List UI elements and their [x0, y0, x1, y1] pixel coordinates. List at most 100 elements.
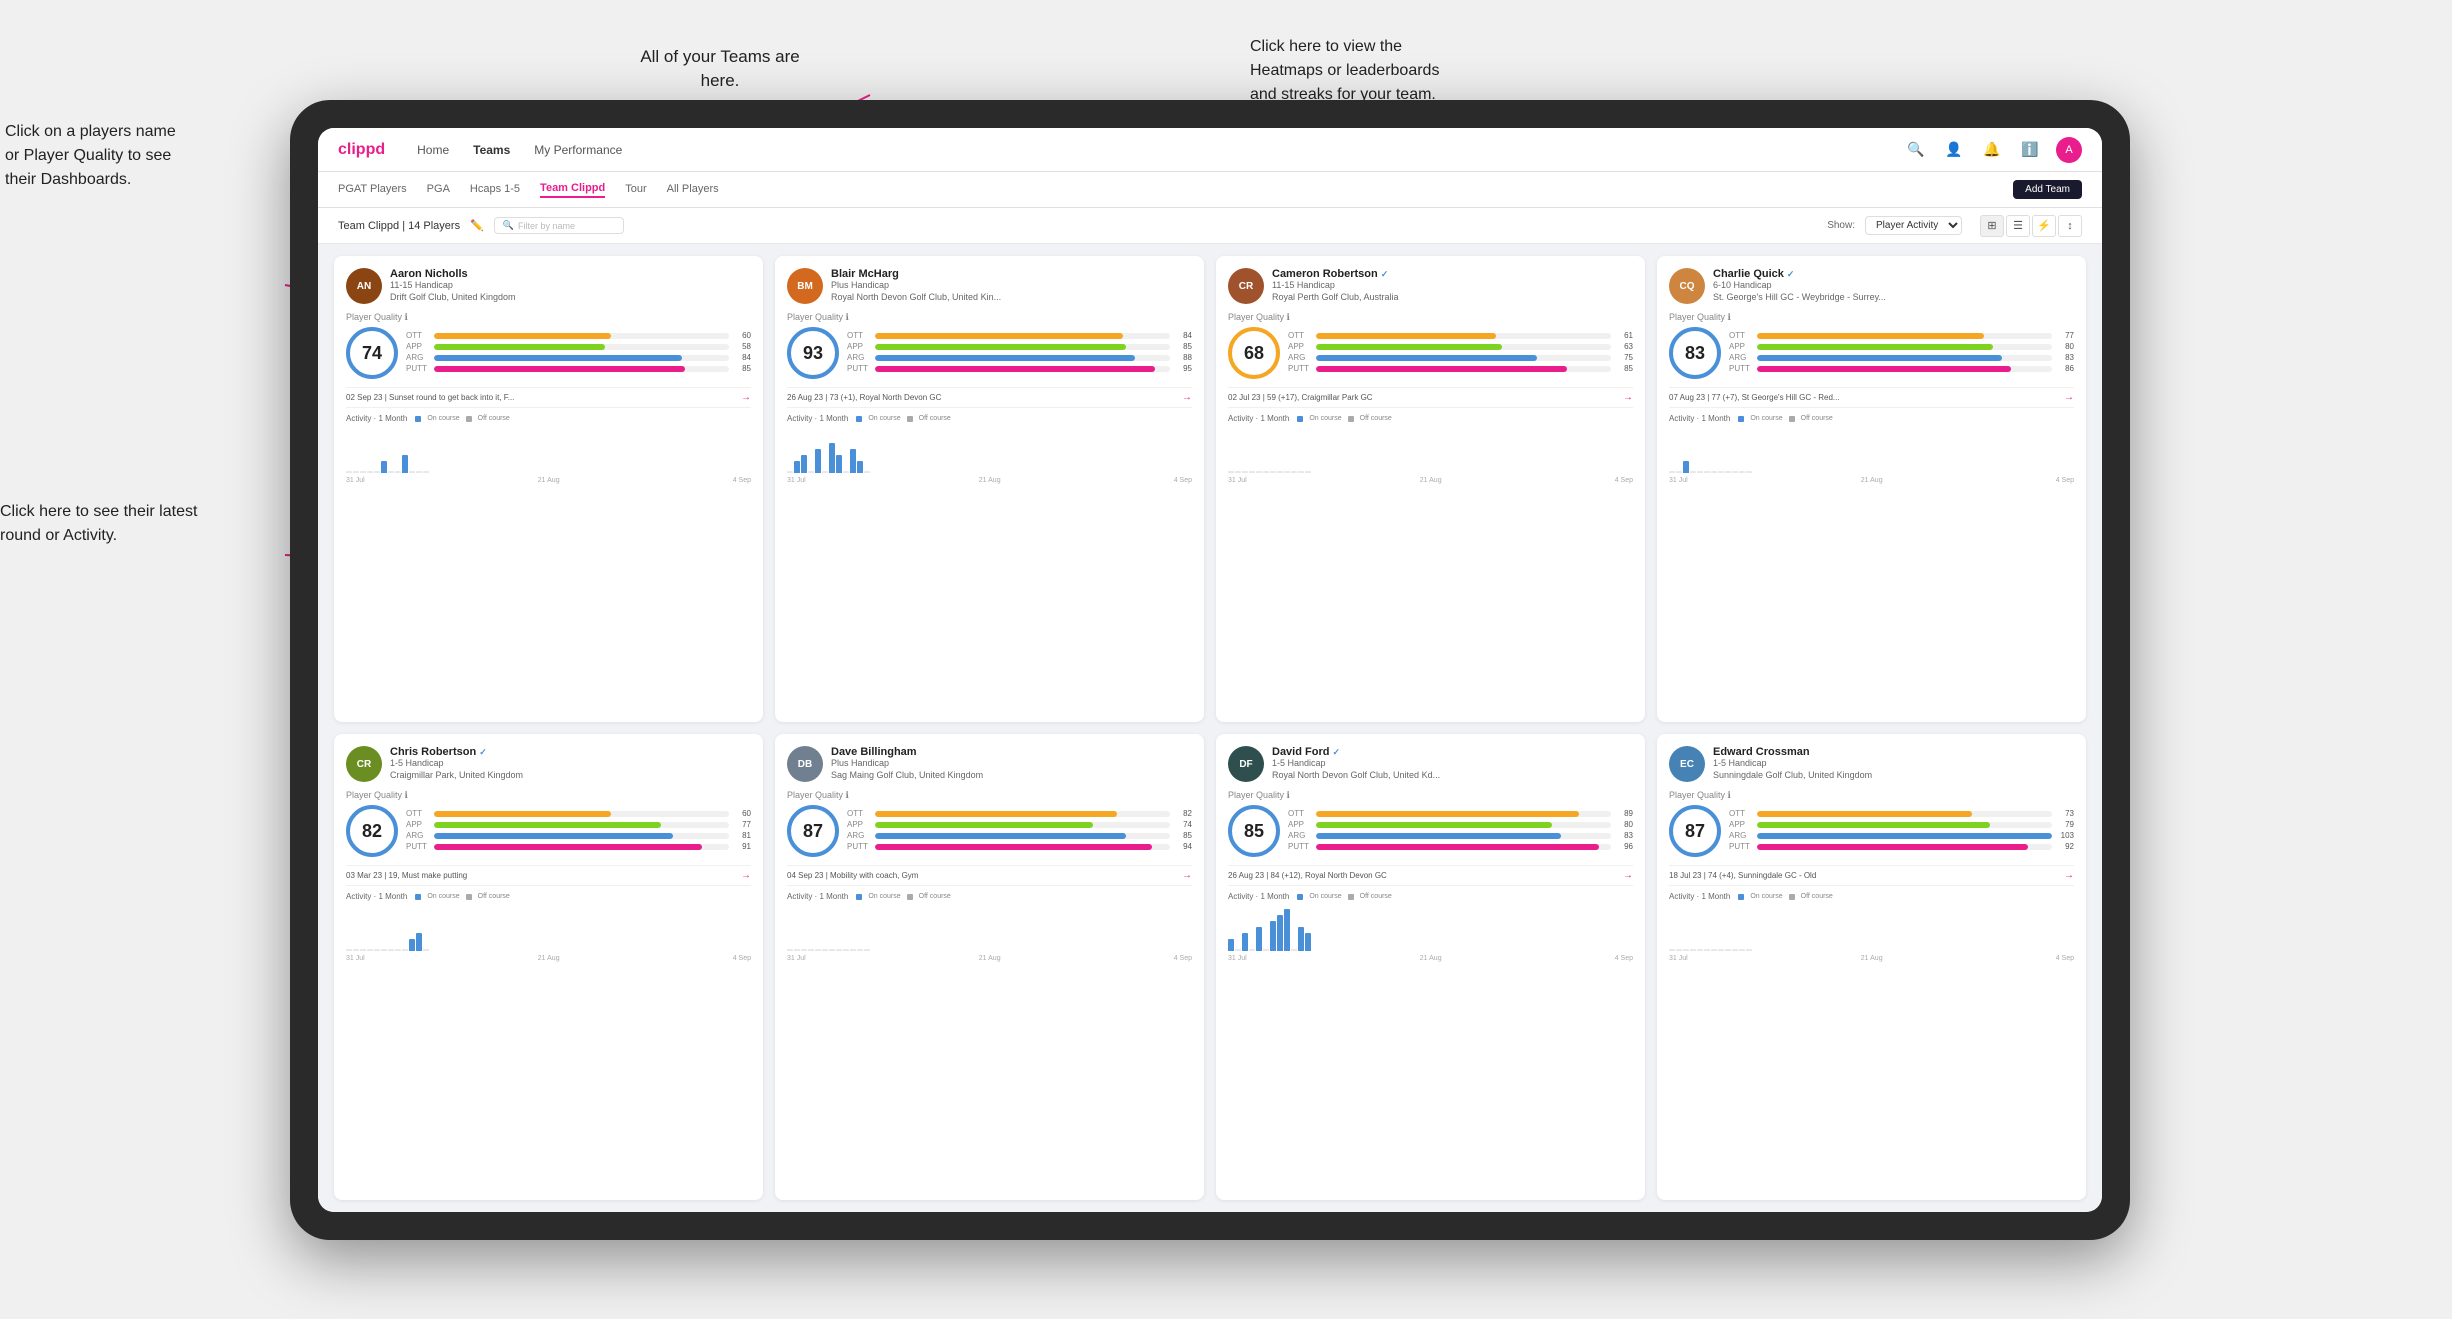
bell-icon[interactable]: 🔔: [1980, 138, 2004, 162]
quality-circle[interactable]: 74: [346, 327, 398, 379]
stat-row: OTT 60: [406, 809, 751, 818]
subnav-all-players[interactable]: All Players: [667, 183, 719, 197]
last-round[interactable]: 07 Aug 23 | 77 (+7), St George's Hill GC…: [1669, 387, 2074, 408]
verified-icon: ✓: [1332, 747, 1340, 758]
activity-section: Activity · 1 Month On course Off course …: [346, 892, 751, 962]
quality-circle[interactable]: 87: [787, 805, 839, 857]
stats-grid: OTT 84 APP 85 ARG 88 PUTT 9: [847, 331, 1192, 375]
player-avatar: CR: [1228, 268, 1264, 304]
activity-section: Activity · 1 Month On course Off course …: [787, 414, 1192, 484]
quality-circle[interactable]: 68: [1228, 327, 1280, 379]
player-header: AN Aaron Nicholls 11-15 HandicapDrift Go…: [346, 268, 751, 304]
player-header: CQ Charlie Quick ✓ 6-10 HandicapSt. Geor…: [1669, 268, 2074, 304]
quality-section: 85 OTT 89 APP 80 ARG 83 PUTT: [1228, 805, 1633, 857]
subnav-pgat[interactable]: PGAT Players: [338, 183, 407, 197]
off-course-label: Off course: [478, 415, 510, 422]
stats-grid: OTT 82 APP 74 ARG 85 PUTT 9: [847, 809, 1192, 853]
last-round[interactable]: 02 Jul 23 | 59 (+17), Craigmillar Park G…: [1228, 387, 1633, 408]
view-grid-btn[interactable]: ⊞: [1980, 215, 2004, 237]
annotation-heatmaps: Click here to view theHeatmaps or leader…: [1250, 35, 1439, 107]
chart-labels: 31 Jul 21 Aug 4 Sep: [1669, 477, 2074, 484]
subnav-hcaps[interactable]: Hcaps 1-5: [470, 183, 520, 197]
player-name[interactable]: Charlie Quick ✓: [1713, 268, 2074, 280]
stat-row: OTT 77: [1729, 331, 2074, 340]
view-sort-btn[interactable]: ↕: [2058, 215, 2082, 237]
player-name[interactable]: Blair McHarg: [831, 268, 1192, 280]
stat-row: APP 85: [847, 342, 1192, 351]
player-name[interactable]: Chris Robertson ✓: [390, 746, 751, 758]
chart-labels: 31 Jul 21 Aug 4 Sep: [1669, 955, 2074, 962]
quality-circle[interactable]: 87: [1669, 805, 1721, 857]
last-round[interactable]: 03 Mar 23 | 19, Must make putting →: [346, 865, 751, 886]
player-card-4[interactable]: CR Chris Robertson ✓ 1-5 HandicapCraigmi…: [334, 734, 763, 1200]
last-round[interactable]: 04 Sep 23 | Mobility with coach, Gym →: [787, 865, 1192, 886]
stat-row: ARG 88: [847, 353, 1192, 362]
on-course-label: On course: [868, 893, 900, 900]
show-select[interactable]: Player Activity: [1865, 216, 1962, 235]
last-round[interactable]: 02 Sep 23 | Sunset round to get back int…: [346, 387, 751, 408]
quality-circle[interactable]: 85: [1228, 805, 1280, 857]
player-avatar: DF: [1228, 746, 1264, 782]
stat-row: OTT 82: [847, 809, 1192, 818]
player-card-6[interactable]: DF David Ford ✓ 1-5 HandicapRoyal North …: [1216, 734, 1645, 1200]
add-team-button[interactable]: Add Team: [2013, 180, 2082, 199]
quality-circle[interactable]: 83: [1669, 327, 1721, 379]
off-course-label: Off course: [1801, 893, 1833, 900]
off-course-legend: [907, 894, 913, 900]
search-box[interactable]: 🔍 Filter by name: [494, 217, 624, 234]
chart-labels: 31 Jul 21 Aug 4 Sep: [346, 477, 751, 484]
player-header: BM Blair McHarg Plus HandicapRoyal North…: [787, 268, 1192, 304]
team-label: Team Clippd | 14 Players: [338, 220, 460, 232]
subnav-pga[interactable]: PGA: [427, 183, 450, 197]
player-card-1[interactable]: BM Blair McHarg Plus HandicapRoyal North…: [775, 256, 1204, 722]
stat-row: OTT 73: [1729, 809, 2074, 818]
off-course-label: Off course: [1360, 415, 1392, 422]
avatar[interactable]: A: [2056, 137, 2082, 163]
nav-my-performance[interactable]: My Performance: [534, 143, 622, 157]
activity-section: Activity · 1 Month On course Off course …: [1228, 414, 1633, 484]
stat-row: APP 77: [406, 820, 751, 829]
nav-teams[interactable]: Teams: [473, 143, 510, 157]
off-course-legend: [907, 416, 913, 422]
person-icon[interactable]: 👤: [1942, 138, 1966, 162]
player-card-0[interactable]: AN Aaron Nicholls 11-15 HandicapDrift Go…: [334, 256, 763, 722]
player-header: EC Edward Crossman 1-5 HandicapSunningda…: [1669, 746, 2074, 782]
view-filter-btn[interactable]: ⚡: [2032, 215, 2056, 237]
edit-icon[interactable]: ✏️: [470, 219, 484, 232]
subnav-team-clippd[interactable]: Team Clippd: [540, 182, 605, 198]
player-card-2[interactable]: CR Cameron Robertson ✓ 11-15 HandicapRoy…: [1216, 256, 1645, 722]
player-name[interactable]: Aaron Nicholls: [390, 268, 751, 280]
player-name[interactable]: Edward Crossman: [1713, 746, 2074, 758]
player-name[interactable]: Dave Billingham: [831, 746, 1192, 758]
activity-title: Activity · 1 Month: [1228, 892, 1289, 901]
player-card-3[interactable]: CQ Charlie Quick ✓ 6-10 HandicapSt. Geor…: [1657, 256, 2086, 722]
player-card-7[interactable]: EC Edward Crossman 1-5 HandicapSunningda…: [1657, 734, 2086, 1200]
off-course-label: Off course: [919, 415, 951, 422]
player-header: DF David Ford ✓ 1-5 HandicapRoyal North …: [1228, 746, 1633, 782]
quality-circle[interactable]: 82: [346, 805, 398, 857]
info-icon[interactable]: ℹ️: [2018, 138, 2042, 162]
stat-row: APP 58: [406, 342, 751, 351]
last-round[interactable]: 26 Aug 23 | 84 (+12), Royal North Devon …: [1228, 865, 1633, 886]
player-name[interactable]: Cameron Robertson ✓: [1272, 268, 1633, 280]
player-avatar: CQ: [1669, 268, 1705, 304]
player-handicap: 1-5 HandicapCraigmillar Park, United Kin…: [390, 758, 751, 781]
last-round[interactable]: 26 Aug 23 | 73 (+1), Royal North Devon G…: [787, 387, 1192, 408]
player-name[interactable]: David Ford ✓: [1272, 746, 1633, 758]
tablet-screen: clippd Home Teams My Performance 🔍 👤 🔔 ℹ…: [318, 128, 2102, 1212]
nav-home[interactable]: Home: [417, 143, 449, 157]
last-round[interactable]: 18 Jul 23 | 74 (+4), Sunningdale GC - Ol…: [1669, 865, 2074, 886]
stat-row: PUTT 85: [406, 364, 751, 373]
player-card-5[interactable]: DB Dave Billingham Plus HandicapSag Main…: [775, 734, 1204, 1200]
stat-row: PUTT 92: [1729, 842, 2074, 851]
subnav-tour[interactable]: Tour: [625, 183, 646, 197]
search-icon[interactable]: 🔍: [1904, 138, 1928, 162]
off-course-label: Off course: [919, 893, 951, 900]
last-round-arrow: →: [1623, 870, 1633, 881]
quality-circle[interactable]: 93: [787, 327, 839, 379]
activity-title: Activity · 1 Month: [1669, 414, 1730, 423]
on-course-legend: [1297, 894, 1303, 900]
stat-row: ARG 103: [1729, 831, 2074, 840]
quality-label: Player Quality ℹ: [1669, 312, 2074, 323]
view-list-btn[interactable]: ☰: [2006, 215, 2030, 237]
